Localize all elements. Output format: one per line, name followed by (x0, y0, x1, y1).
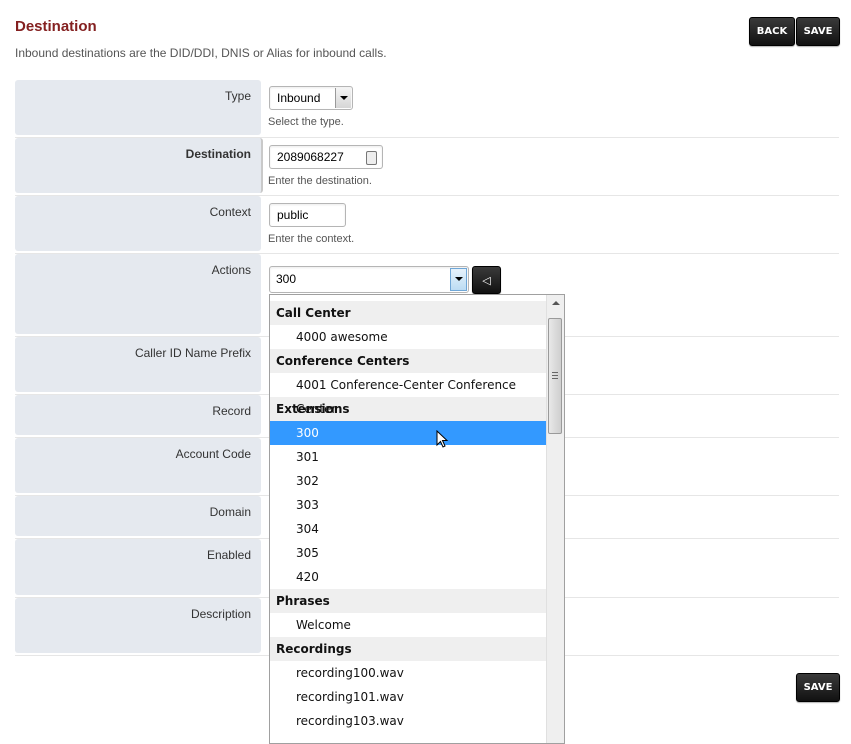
destination-hint: Enter the destination. (268, 175, 372, 187)
actions-select[interactable]: 300 (269, 266, 469, 293)
dropdown-option[interactable]: recording100.wav (270, 661, 548, 685)
dropdown-option[interactable]: 4000 awesome (270, 325, 548, 349)
dropdown-option[interactable]: 420 (270, 565, 548, 589)
type-select[interactable]: Inbound (269, 86, 353, 110)
actions-label: Actions (15, 254, 261, 334)
page-title: Destination (15, 18, 97, 35)
back-arrow-button[interactable]: ◁ (472, 266, 501, 294)
domain-label: Domain (15, 496, 261, 536)
dropdown-option[interactable]: 305 (270, 541, 548, 565)
chevron-down-icon[interactable] (450, 268, 467, 291)
dropdown-option[interactable]: recording103.wav (270, 709, 548, 733)
record-label: Record (15, 395, 261, 435)
chevron-down-icon[interactable] (335, 88, 351, 108)
mouse-cursor-icon (436, 430, 449, 448)
account-code-label: Account Code (15, 438, 261, 493)
dropdown-option[interactable]: 302 (270, 469, 548, 493)
caller-id-name-prefix-label-text: Caller ID Name Prefix (134, 346, 251, 360)
destination-label-text: Destination (185, 147, 251, 161)
scrollbar-thumb[interactable] (548, 318, 562, 434)
type-select-value: Inbound (277, 91, 321, 105)
dropdown-option[interactable]: 304 (270, 517, 548, 541)
domain-label-text: Domain (209, 505, 251, 519)
context-input[interactable]: public (269, 203, 346, 227)
destination-input[interactable]: 2089068227 (269, 145, 383, 169)
dropdown-option[interactable]: 300 (270, 421, 548, 445)
enabled-label: Enabled (15, 539, 261, 595)
dropdown-option[interactable]: 303 (270, 493, 548, 517)
caller-id-name-prefix-label: Caller ID Name Prefix (15, 337, 261, 392)
actions-dropdown-list[interactable]: Call Center 4000 awesome Conference Center… (269, 294, 565, 744)
dropdown-option[interactable]: recording101.wav (270, 685, 548, 709)
dropdown-group-header: Phrases (270, 589, 548, 613)
back-button[interactable]: BACK (749, 17, 795, 46)
destination-input-value: 2089068227 (277, 150, 344, 164)
dropdown-option[interactable]: Welcome (270, 613, 548, 637)
context-input-value: public (277, 208, 309, 222)
grip-icon (552, 372, 558, 380)
dropdown-group-header: Recordings (270, 637, 548, 661)
type-hint: Select the type. (268, 116, 344, 128)
save-button[interactable]: SAVE (796, 17, 840, 46)
dropdown-group-header: Call Center (270, 301, 548, 325)
context-label-text: Context (209, 205, 251, 219)
page-description: Inbound destinations are the DID/DDI, DN… (15, 46, 387, 60)
row-type: Type Inbound Select the type. (15, 80, 839, 138)
description-label: Description (15, 598, 261, 653)
save-bottom-button[interactable]: SAVE (796, 673, 840, 702)
type-label: Type (15, 80, 261, 135)
actions-label-text: Actions (211, 263, 251, 277)
dropdown-group-header: Conference Centers (270, 349, 548, 373)
scroll-up-arrow-icon[interactable] (552, 301, 560, 305)
description-label-text: Description (190, 607, 251, 621)
enabled-label-text: Enabled (206, 548, 251, 562)
destination-label: Destination (15, 138, 263, 193)
row-destination: Destination 2089068227 Enter the destina… (15, 138, 839, 196)
dropdown-option[interactable]: 4001 Conference-Center Conference Center (270, 373, 548, 416)
type-label-text: Type (224, 89, 251, 103)
actions-select-value: 300 (276, 272, 297, 286)
dropdown-option[interactable]: 301 (270, 445, 548, 469)
contact-card-icon[interactable] (366, 151, 377, 165)
account-code-label-text: Account Code (175, 447, 251, 461)
dropdown-options: Call Center 4000 awesome Conference Center… (270, 301, 548, 733)
triangle-left-icon: ◁ (482, 273, 491, 287)
dropdown-group-header: Extensions (270, 397, 548, 421)
row-context: Context public Enter the context. (15, 196, 839, 254)
context-label: Context (15, 196, 261, 251)
dropdown-scrollbar[interactable] (546, 295, 564, 743)
context-hint: Enter the context. (268, 233, 355, 245)
record-label-text: Record (212, 404, 251, 418)
